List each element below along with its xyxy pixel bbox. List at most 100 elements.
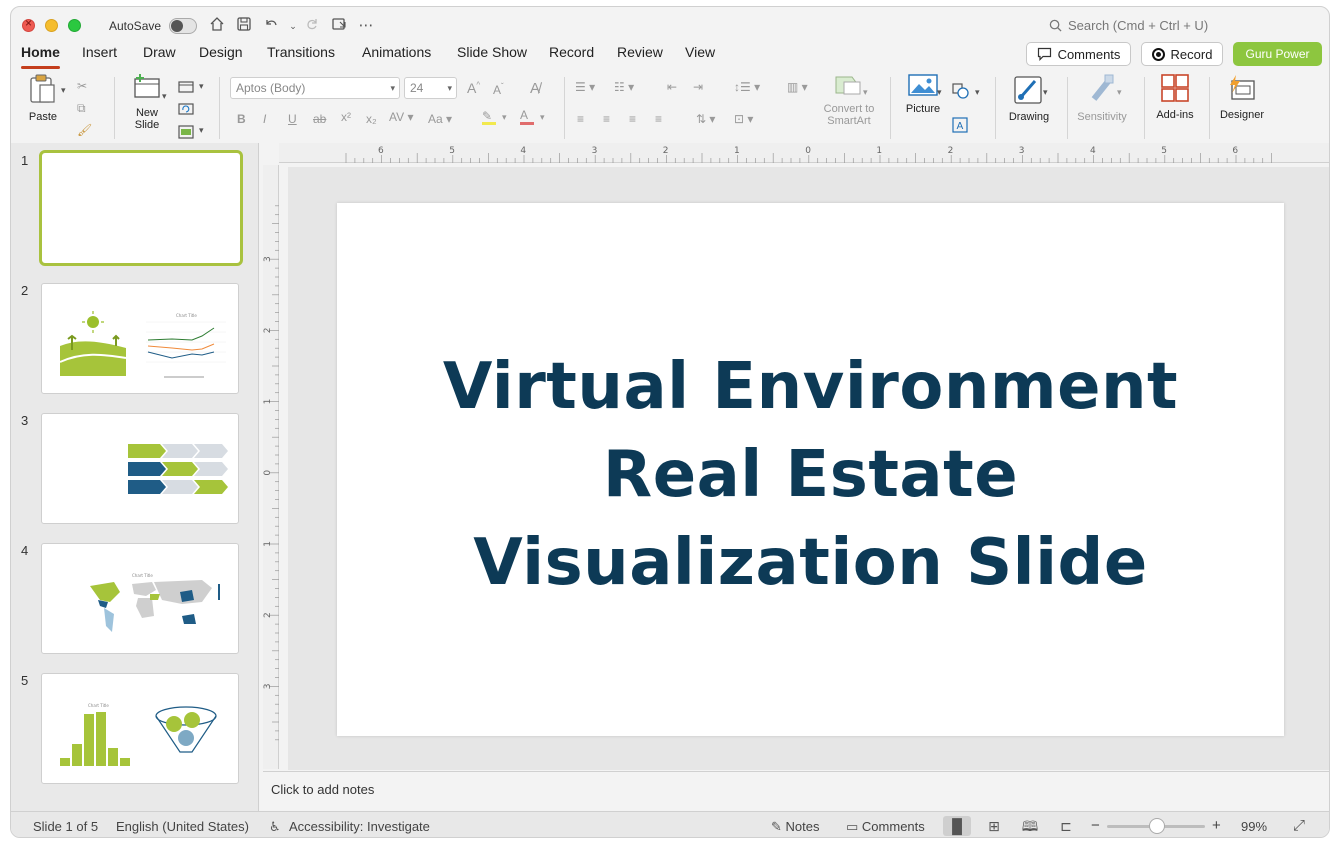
section-dropdown-icon[interactable]: ▾ [199, 125, 204, 136]
tab-view[interactable]: View [685, 45, 715, 69]
picture-dropdown-icon[interactable]: ▾ [937, 87, 942, 98]
align-center-icon[interactable]: ≡ [603, 112, 610, 126]
strikethrough-icon[interactable]: ab [313, 112, 326, 126]
tab-animations[interactable]: Animations [362, 45, 431, 69]
guru-power-button[interactable]: Guru Power [1233, 42, 1322, 66]
paste-button[interactable]: Paste [23, 73, 63, 123]
bold-icon[interactable]: B [237, 112, 246, 126]
add-ins-button[interactable]: Add-ins [1151, 73, 1199, 121]
undo-icon[interactable] [261, 16, 281, 36]
zoom-level[interactable]: 99% [1241, 819, 1267, 834]
subscript-icon[interactable]: x₂ [366, 112, 377, 126]
reset-slide-icon[interactable] [178, 103, 194, 115]
font-color-icon[interactable]: A [520, 108, 534, 125]
change-case-icon[interactable]: Aa ▾ [428, 112, 452, 126]
sensitivity-dropdown-icon[interactable]: ▾ [1117, 87, 1122, 98]
zoom-in-icon[interactable]: + [1212, 817, 1221, 834]
accessibility-status[interactable]: Accessibility: Investigate [289, 819, 430, 834]
tab-record[interactable]: Record [549, 45, 594, 69]
layout-icon[interactable] [178, 81, 194, 93]
tab-home[interactable]: Home [21, 45, 60, 69]
search-box[interactable]: Search (Cmd + Ctrl + U) [1049, 18, 1208, 33]
numbering-icon[interactable]: ☷ ▾ [614, 80, 634, 94]
decrease-font-icon[interactable]: Aˇ [493, 82, 504, 97]
section-icon[interactable] [178, 125, 194, 139]
tab-insert[interactable]: Insert [82, 45, 117, 69]
slide-thumbnail-4[interactable]: Chart Title [41, 543, 239, 654]
superscript-icon[interactable]: x² [341, 110, 351, 124]
tab-review[interactable]: Review [617, 45, 663, 69]
zoom-out-icon[interactable]: − [1091, 817, 1100, 834]
line-spacing-icon[interactable]: ↕☰ ▾ [734, 80, 760, 94]
format-painter-icon[interactable]: 🖌 [77, 123, 92, 137]
tab-transitions[interactable]: Transitions [267, 45, 335, 69]
redo-icon[interactable] [302, 16, 322, 36]
new-slide-dropdown-icon[interactable]: ▾ [162, 91, 167, 102]
fit-to-window-icon[interactable]: ⤢ [1293, 817, 1305, 834]
close-window-button[interactable] [22, 16, 35, 32]
drawing-dropdown-icon[interactable]: ▾ [1043, 87, 1048, 98]
columns-icon[interactable]: ▥ ▾ [787, 80, 808, 94]
language-indicator[interactable]: English (United States) [116, 819, 249, 834]
slide-title[interactable]: Virtual Environment Real Estate Visualiz… [337, 343, 1284, 607]
paste-dropdown-icon[interactable]: ▾ [61, 85, 66, 96]
cut-icon[interactable]: ✂ [77, 79, 87, 93]
normal-view-icon[interactable]: ▐▌ [943, 816, 971, 836]
save-icon[interactable] [234, 16, 254, 36]
slide-editor[interactable]: Virtual Environment Real Estate Visualiz… [337, 203, 1284, 736]
more-icon[interactable]: ⋯ [356, 16, 376, 36]
present-icon[interactable] [329, 16, 349, 36]
new-slide-button[interactable]: New Slide [125, 73, 169, 131]
smartart-dropdown-icon[interactable]: ▾ [863, 87, 868, 98]
slide-thumbnail-5[interactable]: Chart Title [41, 673, 239, 784]
slide-sorter-view-icon[interactable]: ⊞ [980, 816, 1008, 836]
accessibility-icon[interactable]: ♿ [269, 819, 281, 835]
notes-toggle[interactable]: ✎ Notes [771, 819, 820, 835]
decrease-indent-icon[interactable]: ⇤ [667, 80, 677, 94]
tab-slide-show[interactable]: Slide Show [457, 45, 527, 69]
font-size-select[interactable]: 24 ▾ [404, 77, 457, 99]
clear-formatting-icon[interactable]: A̸ [530, 80, 540, 97]
italic-icon[interactable]: I [263, 112, 266, 126]
increase-font-icon[interactable]: A^ [467, 80, 480, 96]
highlight-icon[interactable]: ✎ [482, 109, 496, 125]
font-name-select[interactable]: Aptos (Body) ▾ [230, 77, 400, 99]
slide-thumbnail-1[interactable] [39, 150, 243, 266]
shapes-icon[interactable] [952, 83, 970, 99]
copy-icon[interactable]: ⧉ [77, 101, 86, 116]
text-direction-icon[interactable]: ⇅ ▾ [696, 112, 715, 126]
slide-thumbnail-2[interactable]: Chart Title [41, 283, 239, 394]
slide-thumbnail-3[interactable] [41, 413, 239, 524]
sensitivity-button[interactable]: Sensitivity [1074, 73, 1130, 123]
slide-show-view-icon[interactable]: ⊏ [1052, 816, 1080, 836]
text-box-icon[interactable]: A [952, 117, 968, 133]
align-left-icon[interactable]: ≡ [577, 112, 584, 126]
underline-icon[interactable]: U [288, 112, 297, 126]
font-color-dropdown-icon[interactable]: ▾ [540, 112, 545, 123]
designer-button[interactable]: Designer [1215, 73, 1269, 121]
zoom-slider-handle[interactable] [1149, 818, 1165, 834]
bullets-icon[interactable]: ☰ ▾ [575, 80, 595, 94]
tab-design[interactable]: Design [199, 45, 243, 69]
convert-smartart-button[interactable]: Convert to SmartArt [819, 73, 879, 127]
record-button[interactable]: Record [1141, 42, 1223, 66]
minimize-window-button[interactable] [45, 19, 58, 32]
reading-view-icon[interactable]: 🕮 [1016, 816, 1044, 836]
autosave-toggle[interactable] [169, 18, 197, 34]
tab-draw[interactable]: Draw [143, 45, 176, 69]
layout-dropdown-icon[interactable]: ▾ [199, 81, 204, 92]
character-spacing-icon[interactable]: AV ▾ [389, 110, 413, 124]
notes-area[interactable]: Click to add notes [263, 771, 1329, 811]
justify-icon[interactable]: ≡ [655, 112, 662, 126]
comments-button[interactable]: Comments [1026, 42, 1131, 66]
increase-indent-icon[interactable]: ⇥ [693, 80, 703, 94]
shapes-dropdown-icon[interactable]: ▾ [975, 87, 980, 98]
drawing-button[interactable]: Drawing [1004, 73, 1054, 123]
home-icon[interactable] [207, 16, 227, 36]
zoom-window-button[interactable] [68, 19, 81, 32]
align-text-icon[interactable]: ⊡ ▾ [734, 112, 753, 126]
highlight-dropdown-icon[interactable]: ▾ [502, 112, 507, 123]
align-right-icon[interactable]: ≡ [629, 112, 636, 126]
undo-dropdown-icon[interactable]: ⌄ [283, 16, 303, 36]
comments-toggle[interactable]: ▭ Comments [846, 819, 925, 835]
